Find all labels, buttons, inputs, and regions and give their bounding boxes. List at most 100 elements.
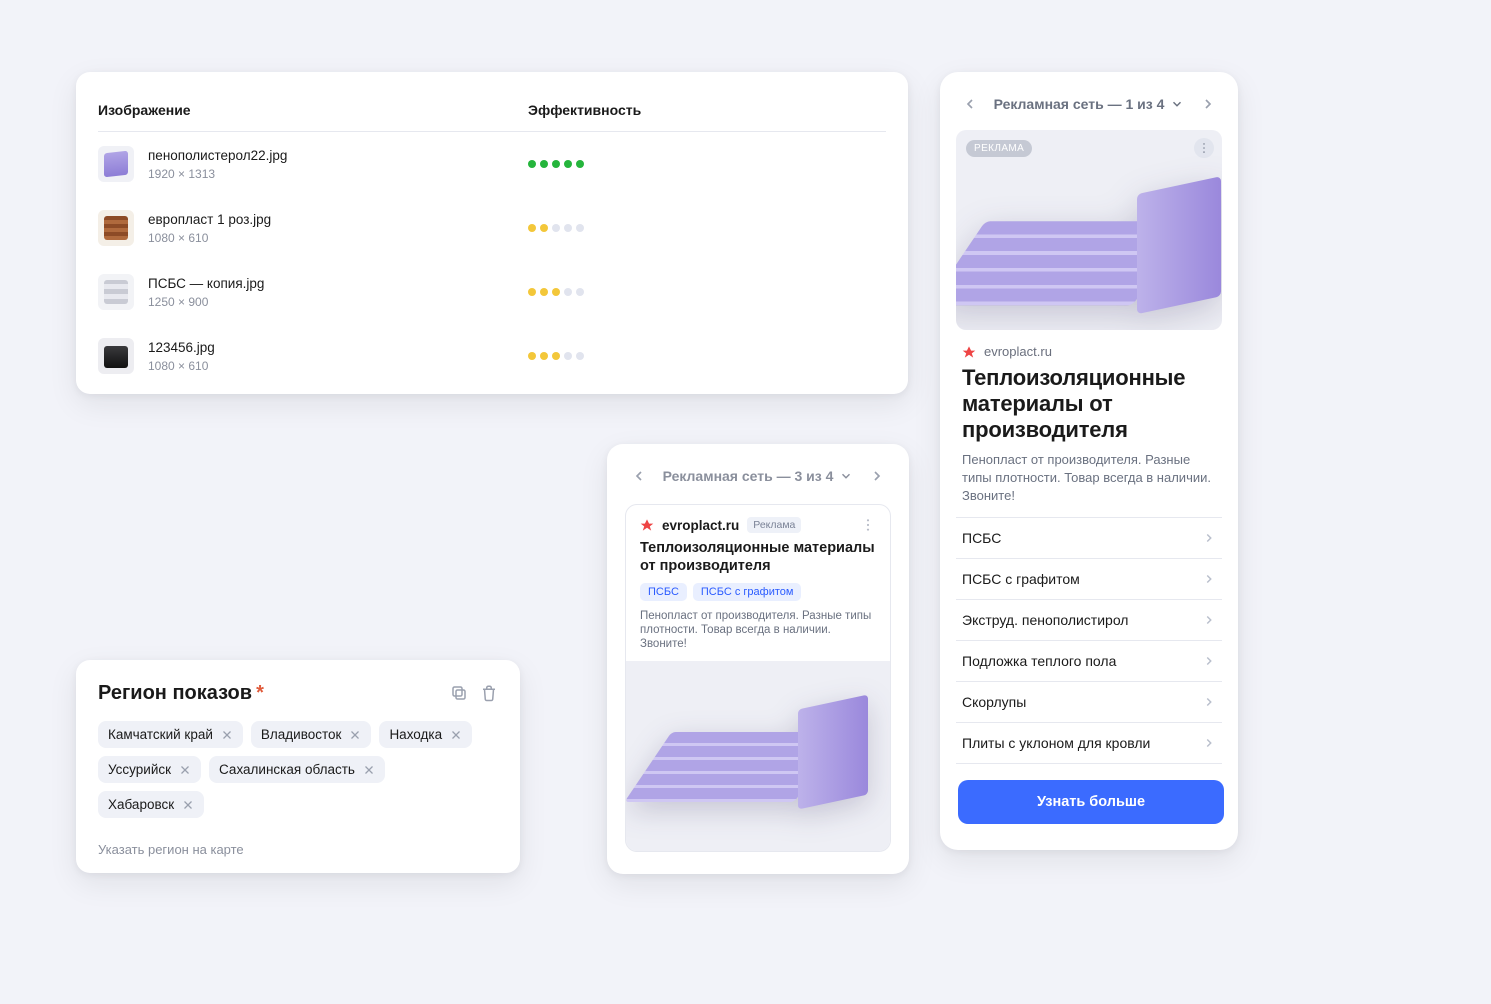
ad-tag[interactable]: ПСБС с графитом (693, 583, 802, 601)
ad-title[interactable]: Теплоизоляционные материалы от производи… (626, 533, 890, 575)
cta-button[interactable]: Узнать больше (958, 780, 1224, 824)
images-panel: Изображение Эффективность пенополистерол… (76, 72, 908, 394)
domain[interactable]: evroplact.ru (662, 518, 739, 533)
trash-icon[interactable] (480, 684, 498, 702)
ad-meta: evroplact.ru (956, 330, 1222, 359)
chevron-right-icon (1202, 654, 1216, 668)
card-header: evroplact.ru Реклама (626, 505, 890, 533)
chevron-down-icon (1170, 97, 1184, 111)
kebab-icon[interactable] (860, 517, 876, 533)
close-icon[interactable] (349, 729, 361, 741)
pager: Рекламная сеть — 3 из 4 (625, 462, 891, 490)
file-dim: 1250 × 900 (148, 295, 528, 309)
region-actions (450, 684, 498, 702)
file-name: европласт 1 роз.jpg (148, 211, 528, 229)
region-title: Регион показов* (98, 682, 498, 705)
chevron-down-icon (839, 469, 853, 483)
ad-label: Реклама (747, 517, 801, 533)
chevron-right-icon (1202, 613, 1216, 627)
ad-link[interactable]: ПСБС (956, 517, 1222, 558)
pager: Рекламная сеть — 1 из 4 (956, 90, 1222, 118)
file-dim: 1080 × 610 (148, 231, 528, 245)
prev-button[interactable] (625, 462, 653, 490)
region-chip[interactable]: Сахалинская область (209, 756, 385, 783)
domain[interactable]: evroplact.ru (984, 344, 1052, 359)
close-icon[interactable] (221, 729, 233, 741)
ad-hero: РЕКЛАМА (956, 130, 1222, 330)
header-image: Изображение (98, 102, 528, 118)
image-row[interactable]: 123456.jpg 1080 × 610 (98, 324, 886, 388)
link-label: ПСБС с графитом (962, 571, 1080, 587)
ad-links: ПСБС ПСБС с графитом Экструд. пенополистир… (956, 517, 1222, 764)
kebab-icon[interactable] (1194, 138, 1214, 158)
effectiveness (528, 160, 584, 168)
effectiveness (528, 224, 584, 232)
region-chip[interactable]: Владивосток (251, 721, 372, 748)
close-icon[interactable] (363, 764, 375, 776)
close-icon[interactable] (182, 799, 194, 811)
region-chip[interactable]: Находка (379, 721, 472, 748)
link-label: Скорлупы (962, 694, 1026, 710)
region-chips: Камчатский край Владивосток Находка Уссурий… (98, 721, 498, 818)
thumb-icon (98, 338, 134, 374)
required-mark: * (256, 682, 264, 704)
map-link[interactable]: Указать регион на карте (98, 842, 498, 857)
image-row[interactable]: европласт 1 роз.jpg 1080 × 610 (98, 196, 886, 260)
chip-label: Владивосток (261, 727, 342, 742)
region-chip[interactable]: Хабаровск (98, 791, 204, 818)
chevron-right-icon (1202, 572, 1216, 586)
thumb-icon (98, 274, 134, 310)
pager-label[interactable]: Рекламная сеть — 1 из 4 (994, 96, 1185, 112)
chip-label: Сахалинская область (219, 762, 355, 777)
effectiveness (528, 288, 584, 296)
close-icon[interactable] (450, 729, 462, 741)
effectiveness (528, 352, 584, 360)
favicon-icon (640, 518, 654, 532)
ad-link[interactable]: ПСБС с графитом (956, 558, 1222, 599)
file-name: пенополистерол22.jpg (148, 147, 528, 165)
close-icon[interactable] (179, 764, 191, 776)
link-label: Подложка теплого пола (962, 653, 1116, 669)
thumb-icon (98, 210, 134, 246)
ad-link[interactable]: Плиты с уклоном для кровли (956, 722, 1222, 764)
image-row[interactable]: ПСБС — копия.jpg 1250 × 900 (98, 260, 886, 324)
file-dim: 1920 × 1313 (148, 167, 528, 181)
chip-label: Хабаровск (108, 797, 174, 812)
thumb-icon (98, 146, 134, 182)
ad-badge: РЕКЛАМА (966, 140, 1032, 157)
next-button[interactable] (863, 462, 891, 490)
chip-label: Камчатский край (108, 727, 213, 742)
image-row[interactable]: пенополистерол22.jpg 1920 × 1313 (98, 132, 886, 196)
pager-label[interactable]: Рекламная сеть — 3 из 4 (663, 468, 854, 484)
ad-link[interactable]: Подложка теплого пола (956, 640, 1222, 681)
ad-link[interactable]: Скорлупы (956, 681, 1222, 722)
ad-link[interactable]: Экструд. пенополистирол (956, 599, 1222, 640)
file-dim: 1080 × 610 (148, 359, 528, 373)
ad-preview-large: Рекламная сеть — 1 из 4 РЕКЛАМА evroplac… (940, 72, 1238, 850)
chip-label: Уссурийск (108, 762, 171, 777)
ad-desc: Пенопласт от производителя. Разные типы … (626, 601, 890, 661)
ad-tag[interactable]: ПСБС (640, 583, 687, 601)
ad-card-small: evroplact.ru Реклама Теплоизоляционные м… (625, 504, 891, 852)
next-button[interactable] (1194, 90, 1222, 118)
ad-preview-small: Рекламная сеть — 3 из 4 evroplact.ru Рек… (607, 444, 909, 874)
ad-title[interactable]: Теплоизоляционные материалы от производи… (956, 359, 1222, 443)
file-name: ПСБС — копия.jpg (148, 275, 528, 293)
prev-button[interactable] (956, 90, 984, 118)
file-name: 123456.jpg (148, 339, 528, 357)
chevron-right-icon (1202, 695, 1216, 709)
chip-label: Находка (389, 727, 442, 742)
region-panel: Регион показов* Камчатский край Владивост… (76, 660, 520, 873)
chevron-right-icon (1202, 531, 1216, 545)
link-label: Плиты с уклоном для кровли (962, 735, 1150, 751)
link-label: Экструд. пенополистирол (962, 612, 1128, 628)
link-label: ПСБС (962, 530, 1001, 546)
favicon-icon (962, 345, 976, 359)
chevron-right-icon (1202, 736, 1216, 750)
region-chip[interactable]: Камчатский край (98, 721, 243, 748)
region-chip[interactable]: Уссурийск (98, 756, 201, 783)
ad-image (626, 661, 890, 851)
ad-desc: Пенопласт от производителя. Разные типы … (956, 443, 1222, 513)
copy-icon[interactable] (450, 684, 468, 702)
ad-tags: ПСБС ПСБС с графитом (626, 575, 890, 601)
